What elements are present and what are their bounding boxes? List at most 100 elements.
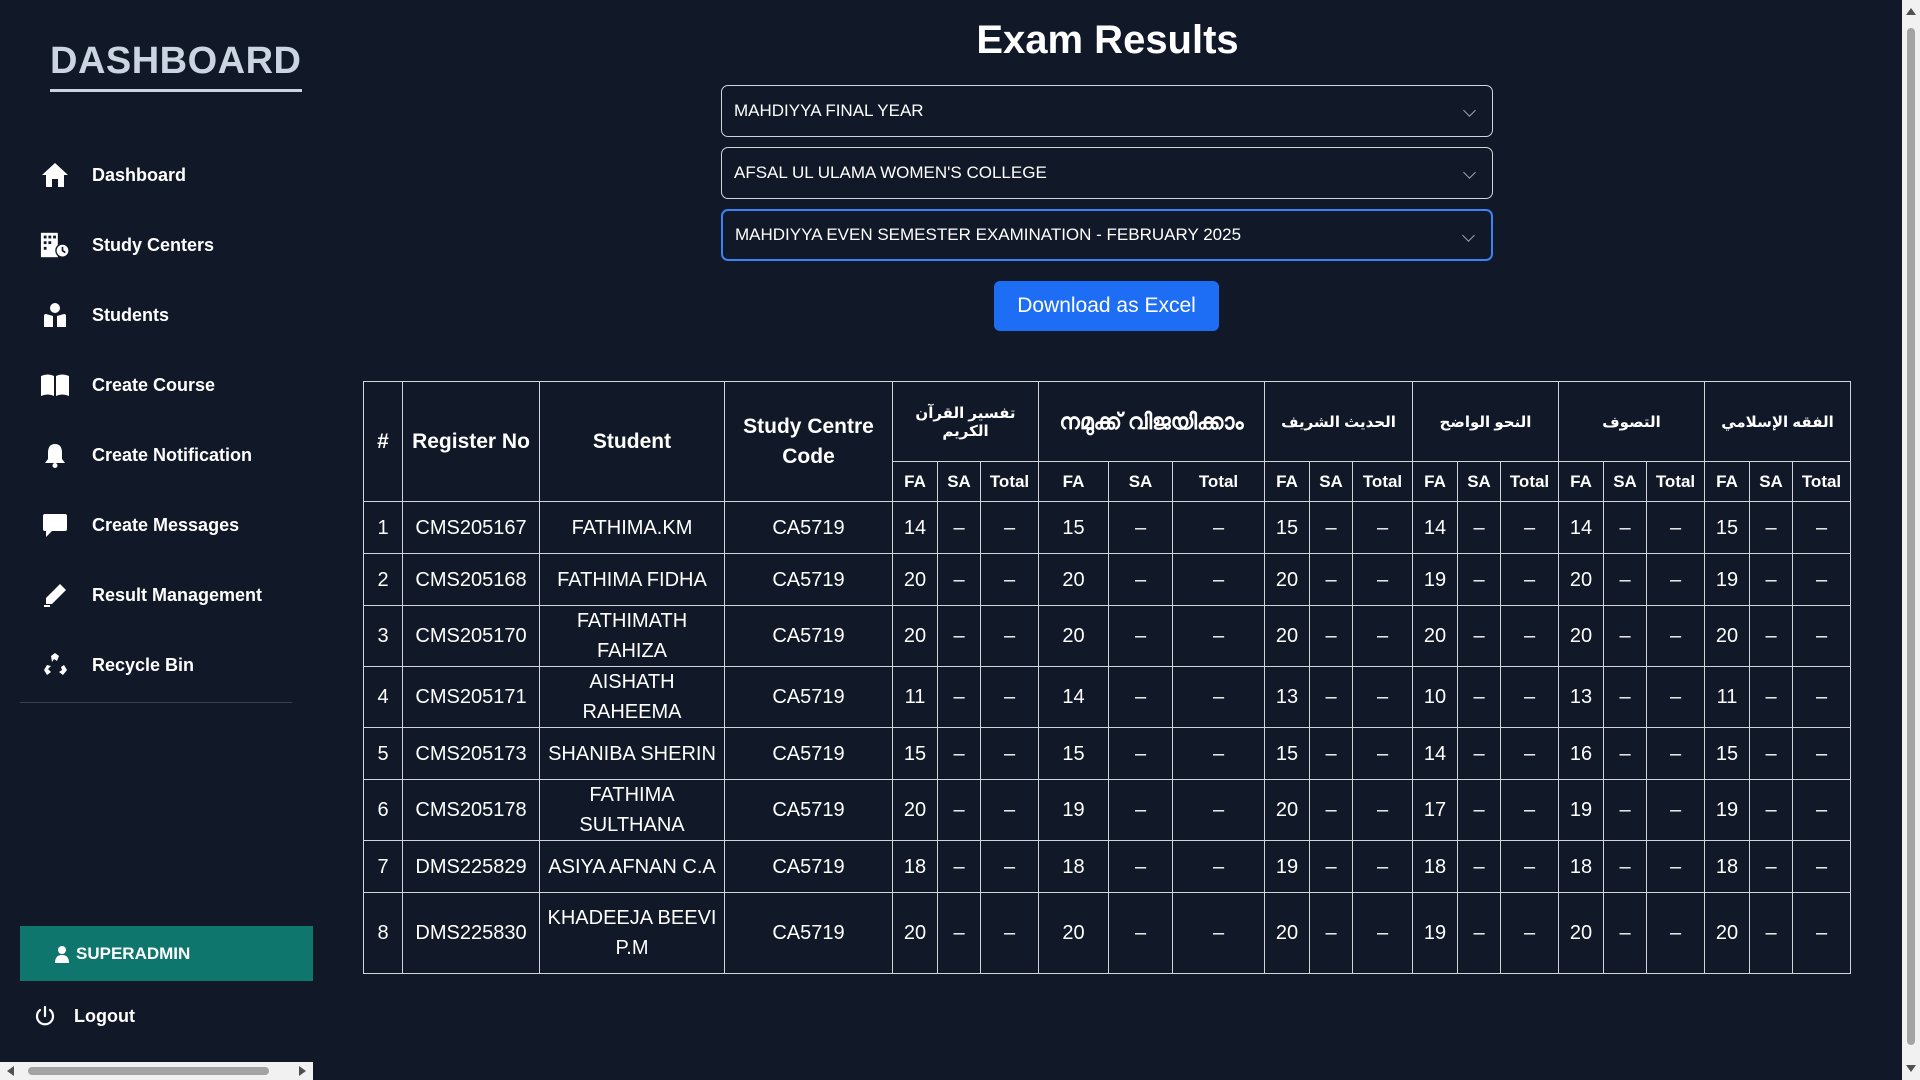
cell-fa: 16: [1558, 727, 1604, 780]
cell-total: –: [1172, 501, 1265, 554]
horizontal-scrollbar[interactable]: [0, 1062, 313, 1080]
subheader-total: Total: [1352, 461, 1413, 502]
table-row: 3 CMS205170 FATHIMATH FAHIZA CA5719 20– –20– –…: [363, 605, 1851, 667]
cell-sa: –: [937, 666, 981, 728]
sidebar-item-students[interactable]: Students: [0, 280, 313, 350]
cell-total: –: [1352, 605, 1413, 667]
cell-sa: –: [1309, 553, 1353, 606]
cell-total: –: [1500, 727, 1559, 780]
cell-fa: 17: [1412, 779, 1458, 841]
cell-sa: –: [1457, 840, 1501, 893]
cell-study-centre-code: CA5719: [724, 779, 893, 841]
sidebar-item-create-messages[interactable]: Create Messages: [0, 490, 313, 560]
cell-register-no: CMS205171: [402, 666, 540, 728]
sidebar-item-recycle-bin[interactable]: Recycle Bin: [0, 630, 313, 700]
subheader-fa: FA: [892, 461, 938, 502]
course-select-value: MAHDIYYA FINAL YEAR: [734, 101, 924, 120]
book-icon: [40, 370, 70, 400]
cell-index: 7: [363, 840, 403, 893]
sidebar: DASHBOARD Dashboard Study Centers Studen…: [0, 0, 313, 1080]
sidebar-item-label: Dashboard: [92, 164, 187, 185]
vertical-scrollbar[interactable]: [1902, 0, 1920, 1080]
subheader-sa: SA: [1309, 461, 1353, 502]
cell-fa: 20: [1264, 892, 1310, 974]
cell-student: FATHIMA.KM: [539, 501, 725, 554]
subheader-total: Total: [1792, 461, 1851, 502]
cell-register-no: DMS225830: [402, 892, 540, 974]
cell-total: –: [980, 666, 1039, 728]
subheader-total: Total: [1500, 461, 1559, 502]
table-row: 4 CMS205171 AISHATH RAHEEMA CA5719 11– –14– –1…: [363, 666, 1851, 728]
cell-fa: 20: [892, 892, 938, 974]
cell-fa: 20: [1558, 553, 1604, 606]
cell-sa: –: [1108, 501, 1173, 554]
table-row: 5 CMS205173 SHANIBA SHERIN CA5719 15– –15– –15…: [363, 727, 1851, 780]
scroll-up-icon[interactable]: [1906, 8, 1916, 15]
cell-sa: –: [937, 553, 981, 606]
logout-button[interactable]: Logout: [34, 1005, 135, 1027]
subheader-fa: FA: [1264, 461, 1310, 502]
cell-sa: –: [1749, 779, 1793, 841]
cell-fa: 18: [1704, 840, 1750, 893]
cell-fa: 15: [1038, 501, 1109, 554]
cell-total: –: [1172, 892, 1265, 974]
cell-total: –: [1646, 727, 1705, 780]
scroll-down-icon[interactable]: [1906, 1065, 1916, 1072]
cell-sa: –: [1749, 727, 1793, 780]
cell-sa: –: [1603, 840, 1647, 893]
cell-total: –: [1172, 666, 1265, 728]
course-select[interactable]: MAHDIYYA FINAL YEAR: [721, 85, 1493, 137]
superadmin-button[interactable]: SUPERADMIN: [20, 926, 313, 981]
scroll-right-icon[interactable]: [299, 1066, 306, 1076]
cell-total: –: [1500, 666, 1559, 728]
cell-fa: 15: [1264, 727, 1310, 780]
cell-total: –: [1792, 501, 1851, 554]
scroll-left-icon[interactable]: [7, 1066, 14, 1076]
cell-fa: 20: [1704, 892, 1750, 974]
college-select[interactable]: AFSAL UL ULAMA WOMEN'S COLLEGE: [721, 147, 1493, 199]
scrollbar-thumb[interactable]: [28, 1067, 269, 1075]
students-icon: [40, 300, 70, 330]
cell-sa: –: [1309, 892, 1353, 974]
cell-fa: 19: [1412, 553, 1458, 606]
cell-total: –: [980, 605, 1039, 667]
results-body: 1 CMS205167 FATHIMA.KM CA5719 14– –15– –15– –14…: [363, 501, 1851, 974]
sidebar-item-result-management[interactable]: Result Management: [0, 560, 313, 630]
table-row: 6 CMS205178 FATHIMA SULTHANA CA5719 20– –19– –…: [363, 779, 1851, 841]
cell-sa: –: [1108, 840, 1173, 893]
sidebar-item-label: Create Messages: [92, 514, 240, 535]
results-table: # Register No Student Study Centre Code …: [363, 381, 1851, 974]
cell-fa: 13: [1264, 666, 1310, 728]
cell-fa: 19: [1412, 892, 1458, 974]
cell-study-centre-code: CA5719: [724, 553, 893, 606]
cell-fa: 18: [892, 840, 938, 893]
cell-sa: –: [937, 779, 981, 841]
cell-sa: –: [1309, 779, 1353, 841]
sidebar-item-study-centers[interactable]: Study Centers: [0, 210, 313, 280]
cell-sa: –: [1108, 605, 1173, 667]
exam-select[interactable]: MAHDIYYA EVEN SEMESTER EXAMINATION - FEB…: [721, 209, 1493, 261]
cell-total: –: [1500, 553, 1559, 606]
cell-fa: 18: [1558, 840, 1604, 893]
cell-sa: –: [1603, 727, 1647, 780]
cell-student: ASIYA AFNAN C.A: [539, 840, 725, 893]
cell-total: –: [1792, 892, 1851, 974]
cell-fa: 20: [1038, 553, 1109, 606]
download-excel-button[interactable]: Download as Excel: [994, 281, 1219, 331]
cell-total: –: [1646, 553, 1705, 606]
sidebar-divider: [20, 702, 292, 703]
subheader-sa: SA: [1603, 461, 1647, 502]
sidebar-item-label: Create Course: [92, 374, 216, 395]
sidebar-item-create-course[interactable]: Create Course: [0, 350, 313, 420]
cell-sa: –: [937, 727, 981, 780]
cell-fa: 20: [892, 605, 938, 667]
cell-sa: –: [1603, 666, 1647, 728]
scrollbar-thumb[interactable]: [1907, 28, 1915, 1045]
cell-fa: 20: [1704, 605, 1750, 667]
cell-total: –: [1352, 892, 1413, 974]
cell-sa: –: [1749, 605, 1793, 667]
cell-total: –: [1646, 892, 1705, 974]
sidebar-item-label: Result Management: [92, 584, 263, 605]
sidebar-item-create-notification[interactable]: Create Notification: [0, 420, 313, 490]
sidebar-item-dashboard[interactable]: Dashboard: [0, 140, 313, 210]
